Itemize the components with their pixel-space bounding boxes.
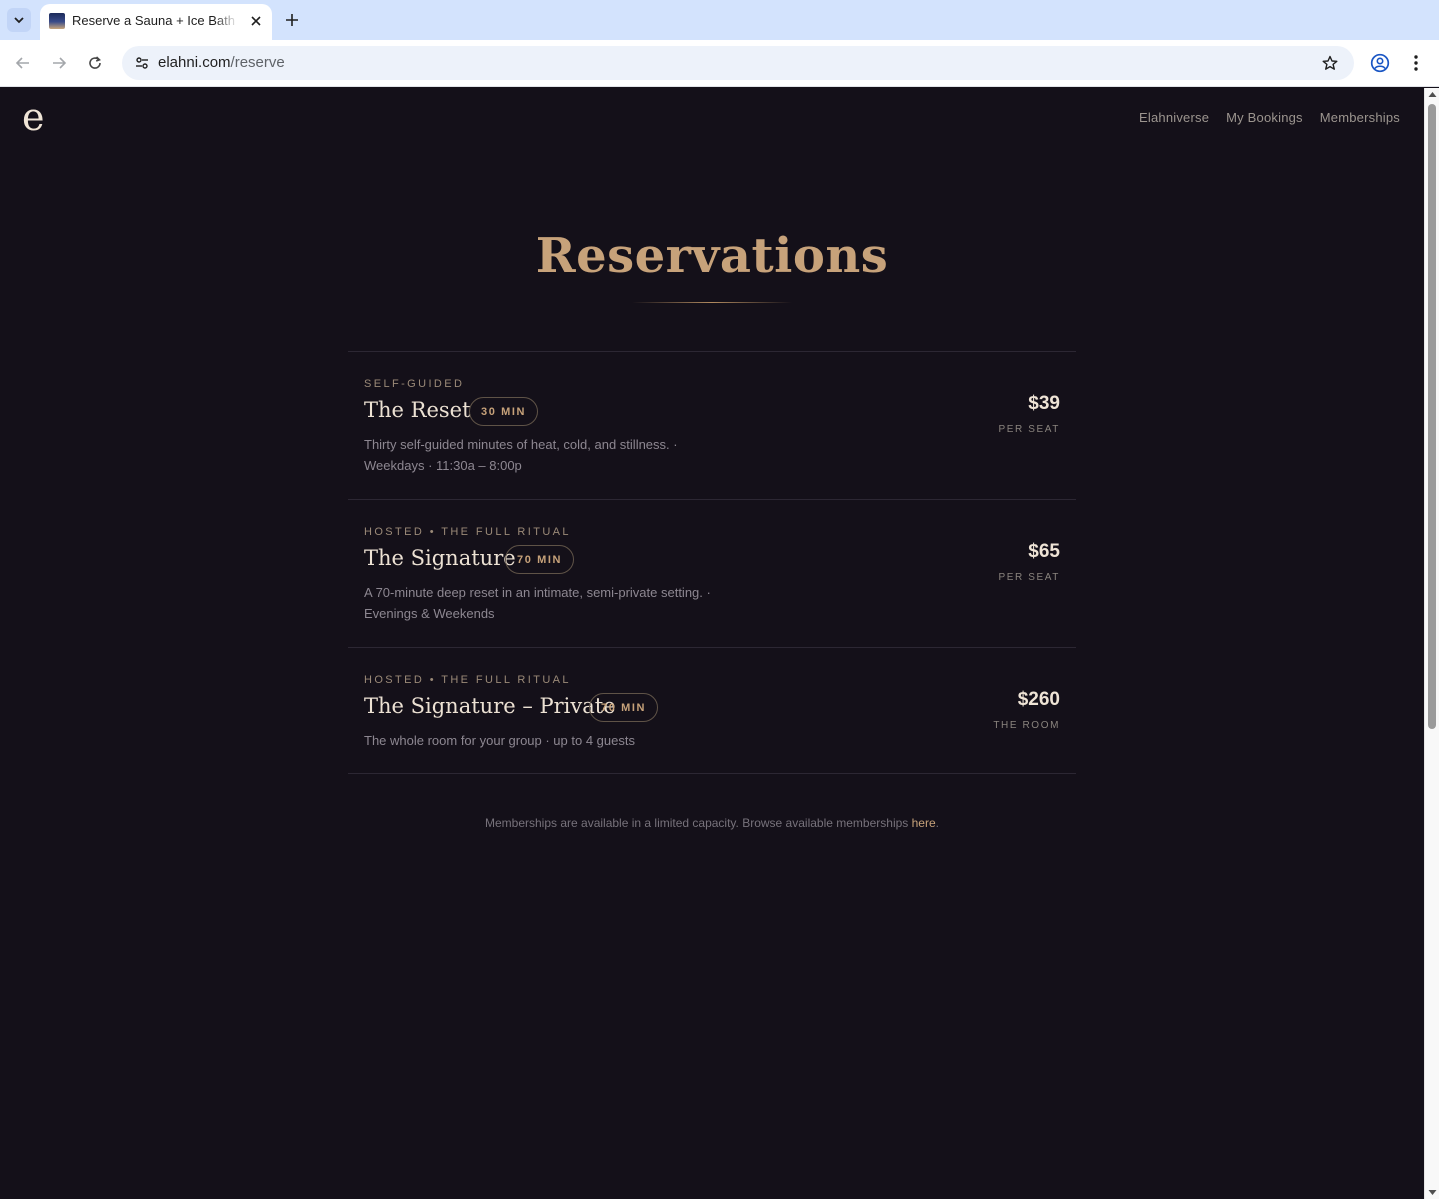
- plus-icon: [286, 14, 298, 26]
- offering-the-signature-private[interactable]: HOSTED • THE FULL RITUAL The Signature –…: [348, 647, 1076, 774]
- browser-toolbar: elahni.com/reserve: [0, 40, 1439, 87]
- close-icon: [251, 16, 261, 26]
- offering-name: The Signature – Private: [364, 694, 616, 718]
- reload-button[interactable]: [82, 50, 108, 76]
- account-circle-icon: [1370, 53, 1390, 73]
- offering-description: A 70-minute deep reset in an intimate, s…: [364, 585, 711, 621]
- offering-price: $39: [1028, 393, 1060, 414]
- browser-tab-active[interactable]: Reserve a Sauna + Ice Bath Session: [40, 4, 272, 40]
- scroll-up-arrow-icon[interactable]: [1428, 90, 1437, 99]
- site-favicon-icon: [49, 13, 65, 29]
- offering-category: SELF-GUIDED: [364, 378, 465, 390]
- offering-price: $65: [1028, 541, 1060, 562]
- tune-icon: [136, 57, 148, 69]
- site-logo[interactable]: e: [22, 98, 45, 136]
- browser-tabstrip: Reserve a Sauna + Ice Bath Session: [0, 0, 1439, 40]
- nav-my-bookings[interactable]: My Bookings: [1226, 110, 1303, 125]
- price-unit: PER SEAT: [998, 572, 1060, 583]
- tab-search-button[interactable]: [7, 8, 31, 32]
- scroll-down-arrow-icon[interactable]: [1428, 1188, 1437, 1197]
- arrow-right-icon: [53, 57, 67, 69]
- price-unit: PER SEAT: [998, 424, 1060, 435]
- reload-icon: [89, 56, 102, 69]
- duration-badge: 30 MIN: [469, 397, 539, 426]
- page-scrollbar[interactable]: [1424, 88, 1439, 1199]
- url-host: elahni.com: [158, 54, 231, 71]
- more-vert-icon: [1414, 55, 1418, 71]
- memberships-note-text: Memberships are available in a limited c…: [484, 816, 912, 830]
- nav-memberships[interactable]: Memberships: [1320, 110, 1400, 125]
- url-path: /reserve: [230, 54, 285, 71]
- back-button[interactable]: [10, 50, 36, 76]
- offerings-list: SELF-GUIDED The Reset 30 MIN Thirty self…: [348, 351, 1076, 774]
- price-unit: THE ROOM: [993, 720, 1060, 731]
- memberships-here-link[interactable]: here: [912, 816, 936, 830]
- duration-badge: 70 MIN: [505, 545, 575, 574]
- url-text: elahni.com/reserve: [158, 54, 285, 71]
- memberships-note: Memberships are available in a limited c…: [0, 816, 1424, 830]
- offering-the-reset[interactable]: SELF-GUIDED The Reset 30 MIN Thirty self…: [348, 351, 1076, 499]
- tab-close-button[interactable]: [246, 11, 266, 31]
- forward-button[interactable]: [46, 50, 72, 76]
- offering-category: HOSTED • THE FULL RITUAL: [364, 526, 571, 538]
- star-icon: [1322, 55, 1338, 70]
- offering-price: $260: [1017, 689, 1060, 710]
- chevron-down-icon: [14, 17, 24, 24]
- offering-name: The Reset: [364, 398, 471, 422]
- memberships-note-end: .: [935, 816, 939, 830]
- scrollbar-thumb[interactable]: [1428, 104, 1436, 729]
- page-title: Reservations: [535, 228, 889, 284]
- address-bar[interactable]: elahni.com/reserve: [122, 46, 1354, 80]
- nav-elahniverse[interactable]: Elahniverse: [1139, 110, 1209, 125]
- bookmark-button[interactable]: [1318, 51, 1342, 75]
- offering-the-signature[interactable]: HOSTED • THE FULL RITUAL The Signature 7…: [348, 499, 1076, 647]
- duration-badge: 70 MIN: [589, 693, 659, 722]
- offering-name: The Signature: [364, 546, 516, 570]
- browser-menu-button[interactable]: [1403, 50, 1429, 76]
- arrow-left-icon: [15, 57, 29, 69]
- offering-description: Thirty self-guided minutes of heat, cold…: [364, 437, 678, 473]
- new-tab-button[interactable]: [280, 8, 304, 32]
- site-nav: Elahniverse My Bookings Memberships: [1139, 110, 1400, 125]
- site-info-button[interactable]: [130, 51, 154, 75]
- page-content: e Elahniverse My Bookings Memberships Re…: [0, 88, 1424, 1199]
- tab-title: Reserve a Sauna + Ice Bath Session: [72, 13, 238, 28]
- profile-button[interactable]: [1367, 50, 1393, 76]
- offering-description: The whole room for your group · up to 4 …: [364, 733, 635, 748]
- offering-category: HOSTED • THE FULL RITUAL: [364, 674, 571, 686]
- title-divider: [632, 302, 792, 303]
